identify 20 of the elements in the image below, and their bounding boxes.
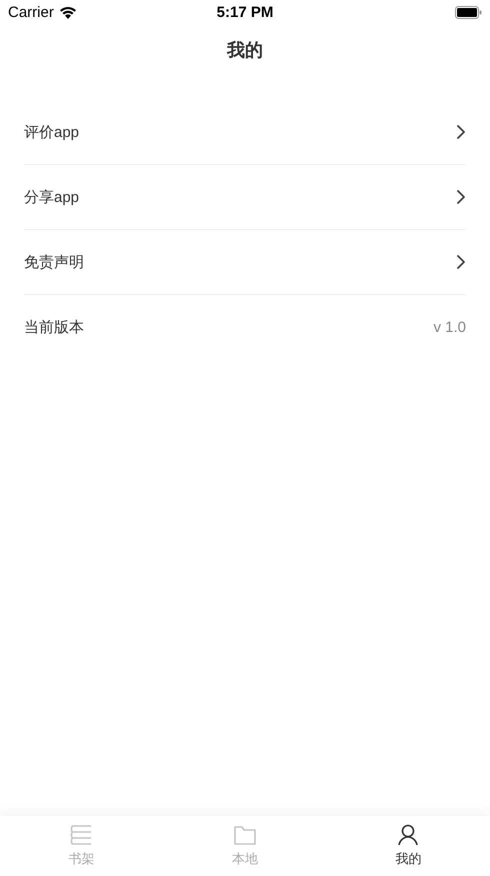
tab-item[interactable]: 我的: [326, 816, 490, 876]
chevron-right-icon: [456, 189, 466, 205]
page-title: 我的: [227, 39, 263, 62]
row-label: 分享app: [24, 188, 80, 206]
carrier-label: Carrier: [8, 4, 54, 21]
status-time: 5:17 PM: [216, 4, 274, 21]
person-icon: [397, 824, 420, 846]
row-label: 评价app: [24, 122, 80, 142]
row-label: 免责声明: [24, 252, 84, 272]
menu-row[interactable]: 评价app: [24, 100, 466, 165]
battery-icon: [455, 6, 482, 19]
row-label: 当前版本: [24, 318, 84, 336]
menu-row[interactable]: 分享app: [24, 165, 466, 230]
stacked-books-icon: [70, 824, 94, 846]
version-value: v 1.0: [433, 318, 466, 336]
chevron-right-icon: [456, 124, 466, 140]
menu-row[interactable]: 免责声明: [24, 230, 466, 295]
chevron-right-icon: [456, 254, 466, 270]
wifi-icon: [58, 6, 77, 19]
folder-icon: [232, 824, 257, 846]
